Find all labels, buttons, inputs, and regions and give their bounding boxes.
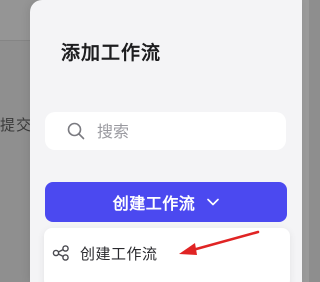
add-workflow-panel: 添加工作流 创建工作流 [30,0,302,282]
menu-item-label: 创建工作流 [80,244,158,263]
panel-title: 添加工作流 [61,42,162,64]
workflow-nodes-icon [52,244,70,262]
chevron-down-icon [207,198,220,206]
search-input[interactable] [95,120,269,142]
create-workflow-dropdown: 创建工作流 [44,228,290,282]
background-partial-text: 提交 [0,116,33,134]
background-right-strip [301,0,309,282]
menu-item-create-workflow[interactable]: 创建工作流 [44,238,290,268]
search-icon [67,122,85,140]
create-workflow-button-label: 创建工作流 [112,194,196,213]
search-box[interactable] [45,112,286,150]
create-workflow-button[interactable]: 创建工作流 [45,182,287,222]
